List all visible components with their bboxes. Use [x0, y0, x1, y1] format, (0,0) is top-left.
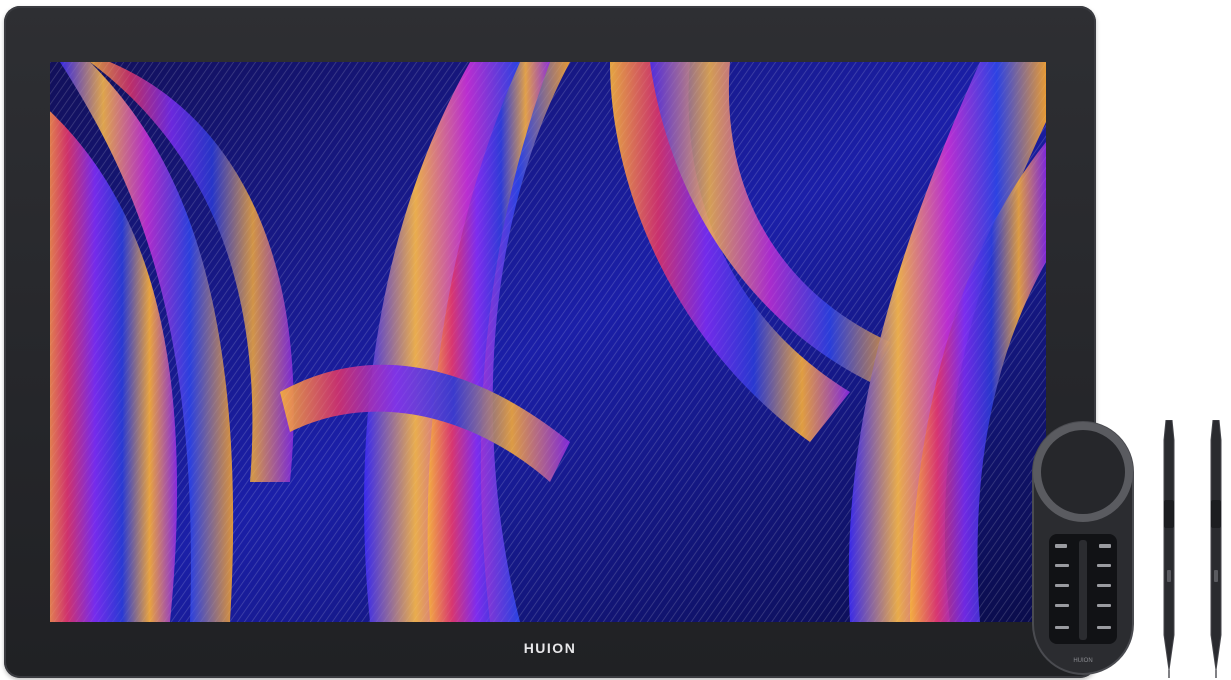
abstract-swirl-wallpaper — [50, 62, 1046, 622]
display-screen — [50, 62, 1046, 622]
dial-knob[interactable] — [1041, 430, 1125, 514]
remote-logo: HUION — [1073, 658, 1092, 664]
stylus-pen-1 — [1163, 420, 1175, 678]
keydial-remote: HUION — [1032, 421, 1134, 675]
stylus-pen-2 — [1210, 420, 1222, 678]
pen-display-tablet: HUION — [4, 6, 1096, 678]
brand-logo: HUION — [523, 640, 577, 656]
